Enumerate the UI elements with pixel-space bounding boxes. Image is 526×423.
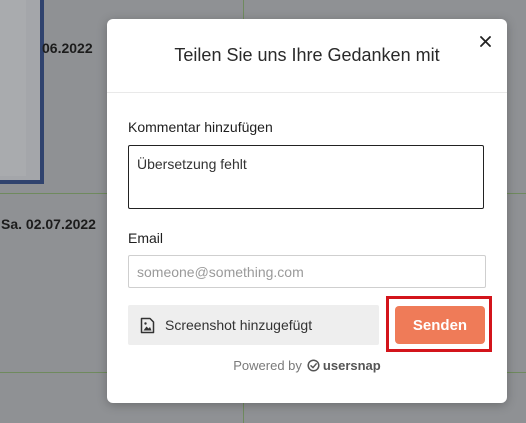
usersnap-link[interactable]: usersnap: [307, 358, 381, 373]
background-date: Sa. 02.07.2022: [1, 216, 96, 232]
email-label: Email: [128, 230, 164, 246]
header-divider: [107, 92, 507, 93]
background-date: 06.2022: [42, 40, 93, 56]
close-icon: [479, 35, 491, 47]
screenshot-label: Screenshot hinzugefügt: [165, 317, 313, 333]
powered-by: Powered by usersnap: [107, 358, 507, 373]
screenshot-button[interactable]: Screenshot hinzugefügt: [128, 305, 379, 345]
comment-label: Kommentar hinzufügen: [128, 119, 273, 135]
background-card: [0, 0, 44, 184]
comment-field[interactable]: Übersetzung fehlt: [128, 145, 484, 209]
modal-title: Teilen Sie uns Ihre Gedanken mit: [174, 45, 440, 65]
email-field[interactable]: [128, 255, 486, 288]
send-button[interactable]: Senden: [395, 306, 485, 344]
powered-by-text: Powered by: [233, 358, 302, 373]
brand-name: usersnap: [322, 358, 381, 373]
usersnap-logo-icon: [307, 359, 320, 372]
close-button[interactable]: [474, 30, 496, 52]
image-icon: [140, 317, 155, 333]
feedback-modal: Teilen Sie uns Ihre Gedanken mit Komment…: [107, 19, 507, 403]
